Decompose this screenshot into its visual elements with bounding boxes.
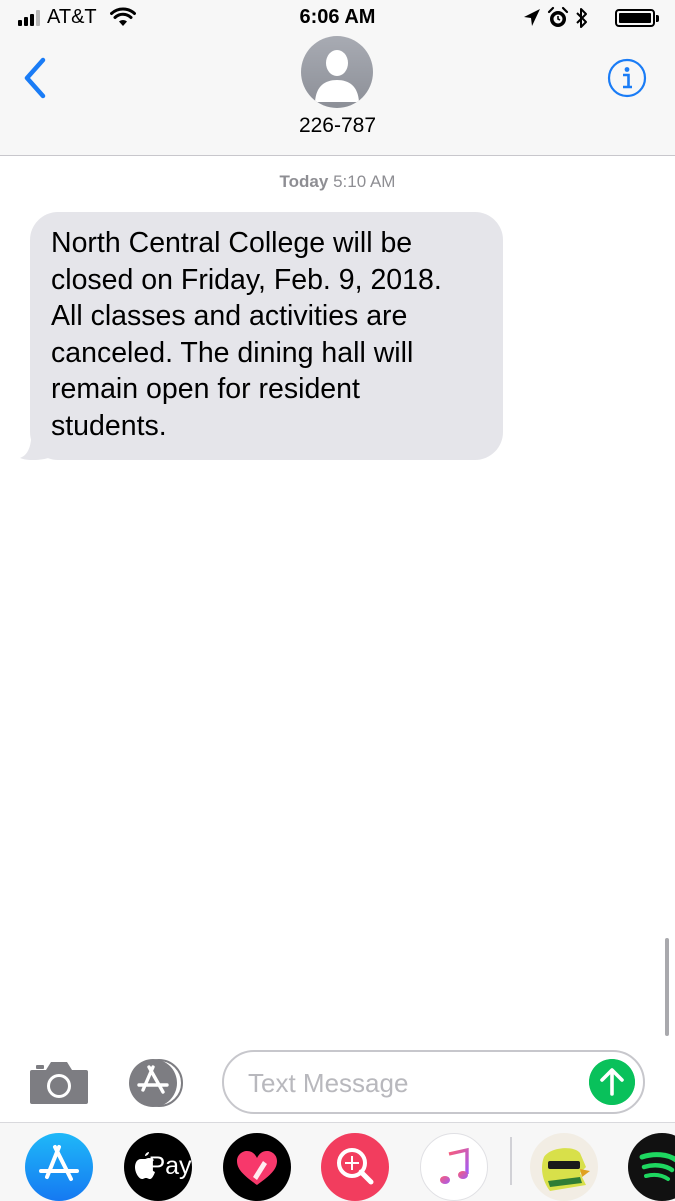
music-note-icon[interactable] [420,1133,488,1201]
app-store-icon[interactable] [25,1133,93,1201]
info-icon[interactable] [607,58,647,98]
incoming-message[interactable]: North Central College will be closed on … [18,212,503,460]
location-arrow-icon [524,9,540,26]
composer-bar: Text Message [0,1040,675,1120]
app-store-icon[interactable] [124,1058,192,1108]
send-arrow-icon[interactable] [589,1059,635,1105]
digital-touch-heart-icon[interactable] [223,1133,291,1201]
message-line: students. [51,409,167,442]
text-field-placeholder: Text Message [248,1068,409,1098]
message-bubble: North Central College will be closed on … [30,212,503,460]
message-line: All classes and activities are [51,300,408,332]
message-text-field[interactable]: Text Message [222,1050,645,1114]
drawer-divider [510,1137,512,1185]
sticker-app-icon[interactable] [530,1133,598,1201]
apple-pay-icon[interactable]: Pay [124,1133,192,1201]
bluetooth-icon [576,8,587,28]
person-silhouette-icon [315,50,359,102]
timestamp-day: Today [279,172,329,191]
contact-avatar[interactable] [301,36,373,108]
camera-icon[interactable] [28,1058,90,1106]
alarm-clock-icon [547,6,569,27]
images-search-icon[interactable] [321,1133,389,1201]
message-line: closed on Friday, Feb. 9, 2018. [51,263,442,296]
message-timestamp: Today 5:10 AM [0,172,675,192]
contact-name[interactable]: 226-787 [0,114,675,138]
message-line: North Central College will be [51,227,413,259]
conversation-header: AT&T 6:06 AM 226-787 [0,0,675,156]
message-line: remain open for resident [51,373,360,405]
imessage-app-drawer: Pay [0,1122,675,1201]
timestamp-time: 5:10 AM [333,172,396,191]
apple-pay-label: Pay [148,1152,192,1180]
scrollbar[interactable] [665,938,669,1036]
message-line: canceled. The dining hall will [51,336,414,369]
status-bar: AT&T 6:06 AM [0,0,675,38]
battery-icon [615,9,655,27]
back-chevron-icon[interactable] [20,56,50,100]
spotify-icon[interactable] [628,1133,675,1201]
